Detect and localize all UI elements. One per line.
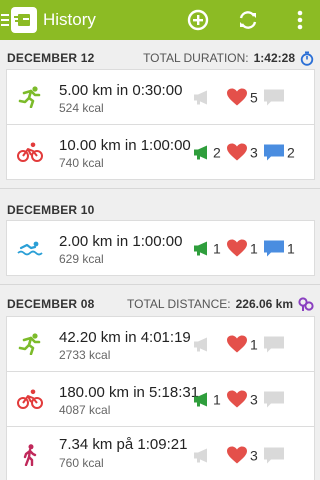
- section-divider: [0, 188, 320, 189]
- comment-stat[interactable]: [263, 446, 296, 464]
- add-circle-icon: [187, 9, 209, 31]
- like-count: 5: [250, 89, 258, 105]
- comment-bubble-icon: [264, 144, 284, 160]
- megaphone-icon: [194, 90, 207, 104]
- workout-stats: 2 3 2: [189, 143, 296, 162]
- sync-button[interactable]: [230, 0, 266, 40]
- peptalk-stat[interactable]: [193, 447, 222, 463]
- like-stat[interactable]: 3: [226, 446, 259, 465]
- app-bar: History: [0, 0, 320, 40]
- summary-label: TOTAL DURATION:: [143, 51, 249, 65]
- comment-bubble-icon: [264, 240, 284, 256]
- app-logo[interactable]: [11, 7, 37, 33]
- like-stat[interactable]: 3: [226, 143, 259, 162]
- comment-stat[interactable]: [263, 390, 296, 408]
- comment-stat[interactable]: [263, 88, 296, 106]
- megaphone-icon: [194, 392, 207, 406]
- workout-summary: 7.34 km på 1:09:21: [59, 436, 188, 453]
- megaphone-icon: [194, 241, 207, 255]
- workout-stats: 5: [189, 88, 296, 107]
- stopwatch-icon: [300, 51, 314, 66]
- workout-calories: 740 kcal: [59, 156, 104, 170]
- more-vert-icon: [297, 10, 303, 30]
- summary-value: 1:42:28: [253, 51, 295, 65]
- section-date: DECEMBER 10: [7, 203, 95, 217]
- heart-icon: [227, 88, 247, 106]
- comment-stat[interactable]: 1: [263, 239, 296, 257]
- like-stat[interactable]: 5: [226, 88, 259, 107]
- section-date: DECEMBER 12: [7, 51, 95, 65]
- heart-icon: [227, 335, 247, 353]
- peptalk-count: 2: [213, 144, 221, 160]
- peptalk-stat[interactable]: 2: [193, 144, 222, 160]
- cycling-icon: [17, 141, 43, 163]
- peptalk-stat[interactable]: 1: [193, 240, 222, 256]
- workout-summary: 42.20 km in 4:01:19: [59, 329, 191, 346]
- workout-stats: 1 1 1: [189, 239, 296, 258]
- peptalk-stat[interactable]: 1: [193, 391, 222, 407]
- workout-card[interactable]: 7.34 km på 1:09:21 760 kcal 3: [6, 426, 315, 480]
- like-count: 1: [250, 336, 258, 352]
- overflow-menu-button[interactable]: [282, 0, 318, 40]
- workout-summary: 10.00 km in 1:00:00: [59, 137, 191, 154]
- workout-card[interactable]: 180.00 km in 5:18:31 4087 kcal 1 3: [6, 371, 315, 427]
- workout-card[interactable]: 5.00 km in 0:30:00 524 kcal 5: [6, 69, 315, 125]
- peptalk-count: 1: [213, 240, 221, 256]
- sync-icon: [239, 11, 257, 29]
- megaphone-icon: [194, 145, 207, 159]
- like-stat[interactable]: 3: [226, 390, 259, 409]
- running-icon: [17, 333, 43, 355]
- workout-summary: 2.00 km in 1:00:00: [59, 233, 183, 250]
- workout-summary: 180.00 km in 5:18:31: [59, 384, 200, 401]
- like-count: 3: [250, 144, 258, 160]
- workout-stats: 3: [189, 446, 296, 465]
- workout-card[interactable]: 2.00 km in 1:00:00 629 kcal 1 1 1: [6, 220, 315, 276]
- comment-bubble-icon: [264, 391, 284, 407]
- like-count: 3: [250, 447, 258, 463]
- summary-value: 226.06 km: [235, 297, 293, 311]
- workout-calories: 629 kcal: [59, 252, 104, 266]
- workout-calories: 4087 kcal: [59, 403, 111, 417]
- megaphone-icon: [194, 337, 207, 351]
- like-stat[interactable]: 1: [226, 335, 259, 354]
- peptalk-stat[interactable]: [193, 336, 222, 352]
- distance-pin-icon: [298, 296, 314, 311]
- walking-icon: [17, 444, 43, 466]
- heart-icon: [227, 390, 247, 408]
- heart-icon: [227, 143, 247, 161]
- peptalk-count: 1: [213, 391, 221, 407]
- workout-stats: 1 3: [189, 390, 296, 409]
- workout-calories: 524 kcal: [59, 101, 104, 115]
- swimming-icon: [17, 237, 43, 259]
- comment-count: 2: [287, 144, 295, 160]
- comment-stat[interactable]: [263, 335, 296, 353]
- menu-icon[interactable]: [1, 14, 9, 26]
- workout-stats: 1: [189, 335, 296, 354]
- section-divider: [0, 284, 320, 285]
- comment-bubble-icon: [264, 336, 284, 352]
- like-count: 3: [250, 391, 258, 407]
- megaphone-icon: [194, 448, 207, 462]
- like-stat[interactable]: 1: [226, 239, 259, 258]
- cycling-icon: [17, 388, 43, 410]
- add-workout-button[interactable]: [180, 0, 216, 40]
- comment-stat[interactable]: 2: [263, 143, 296, 161]
- workout-card[interactable]: 10.00 km in 1:00:00 740 kcal 2 3 2: [6, 124, 315, 180]
- workout-calories: 760 kcal: [59, 456, 104, 470]
- peptalk-stat[interactable]: [193, 89, 222, 105]
- running-icon: [17, 86, 43, 108]
- like-count: 1: [250, 240, 258, 256]
- comment-bubble-icon: [264, 89, 284, 105]
- heart-icon: [227, 239, 247, 257]
- workout-calories: 2733 kcal: [59, 348, 111, 362]
- heart-icon: [227, 446, 247, 464]
- workout-summary: 5.00 km in 0:30:00: [59, 82, 183, 99]
- summary-label: TOTAL DISTANCE:: [127, 297, 231, 311]
- section-date: DECEMBER 08: [7, 297, 95, 311]
- comment-count: 1: [287, 240, 295, 256]
- comment-bubble-icon: [264, 447, 284, 463]
- workout-card[interactable]: 42.20 km in 4:01:19 2733 kcal 1: [6, 316, 315, 372]
